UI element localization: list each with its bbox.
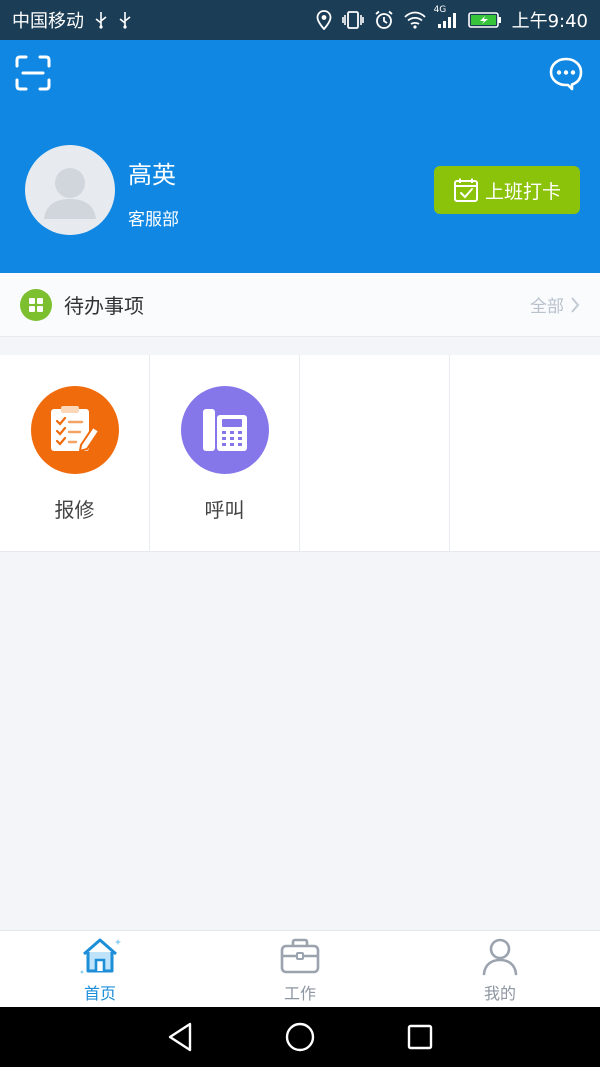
user-icon (478, 934, 522, 978)
telephone-icon (202, 409, 247, 451)
back-triangle-icon (168, 1022, 192, 1052)
clock-in-label: 上班打卡 (484, 180, 561, 203)
status-bar: 中国移动 4G 上午9:40 (0, 0, 600, 40)
briefcase-icon (278, 934, 322, 978)
grid-item-label: 报修 (54, 498, 95, 522)
home-icon (78, 934, 122, 978)
todo-all-label: 全部 (530, 297, 564, 317)
usb-icon (94, 11, 108, 29)
scan-button[interactable] (14, 54, 52, 92)
recents-button[interactable] (402, 1019, 438, 1055)
grid-item-repair[interactable]: 报修 (0, 355, 150, 552)
user-name: 高英 (128, 161, 176, 189)
battery-icon (467, 11, 502, 29)
tab-label: 首页 (83, 984, 116, 1003)
grid-item-empty (300, 355, 450, 552)
repair-circle (30, 386, 119, 474)
network-type-label: 4G (433, 5, 447, 15)
home-nav-button[interactable] (282, 1019, 318, 1055)
avatar[interactable] (25, 145, 115, 235)
clock-time: 上午9:40 (511, 11, 588, 32)
tab-home[interactable]: 首页 (0, 931, 200, 1007)
repair-clipboard-icon (50, 406, 100, 453)
location-icon (316, 10, 332, 30)
recents-square-icon (407, 1024, 433, 1050)
todo-title: 待办事项 (64, 294, 144, 318)
alarm-icon (374, 10, 394, 30)
system-navigation-bar (0, 1007, 600, 1067)
home-circle-icon (285, 1022, 315, 1052)
signal-icon: 4G (434, 5, 458, 29)
function-grid: 报修 呼叫 (0, 355, 600, 552)
tab-profile[interactable]: 我的 (400, 931, 600, 1007)
default-avatar-icon (44, 168, 96, 219)
usb-debug-icon (118, 11, 132, 29)
grid-item-empty (450, 355, 600, 552)
chevron-right-icon (571, 296, 580, 313)
clock-in-button[interactable]: 上班打卡 (434, 166, 580, 214)
grid-item-call[interactable]: 呼叫 (150, 355, 300, 552)
back-button[interactable] (162, 1019, 198, 1055)
bottom-tab-bar: 首页 工作 我的 (0, 930, 600, 1007)
chat-bubble-icon (549, 57, 583, 91)
message-button[interactable] (548, 56, 584, 92)
tab-label: 工作 (283, 984, 316, 1003)
grid-apps-icon (20, 288, 52, 321)
profile-header: 高英 客服部 上班打卡 (0, 40, 600, 273)
grid-item-label: 呼叫 (204, 498, 245, 522)
tab-label: 我的 (483, 984, 516, 1003)
wifi-icon (403, 11, 426, 29)
carrier-label: 中国移动 (12, 11, 84, 32)
todo-section-header: 待办事项 全部 (0, 273, 600, 337)
user-department: 客服部 (128, 210, 179, 230)
call-circle (180, 386, 269, 474)
calendar-check-icon (453, 178, 478, 202)
scan-icon (15, 55, 51, 91)
todo-all-link[interactable]: 全部 (530, 292, 580, 317)
tab-work[interactable]: 工作 (200, 931, 400, 1007)
vibrate-icon (341, 10, 364, 30)
